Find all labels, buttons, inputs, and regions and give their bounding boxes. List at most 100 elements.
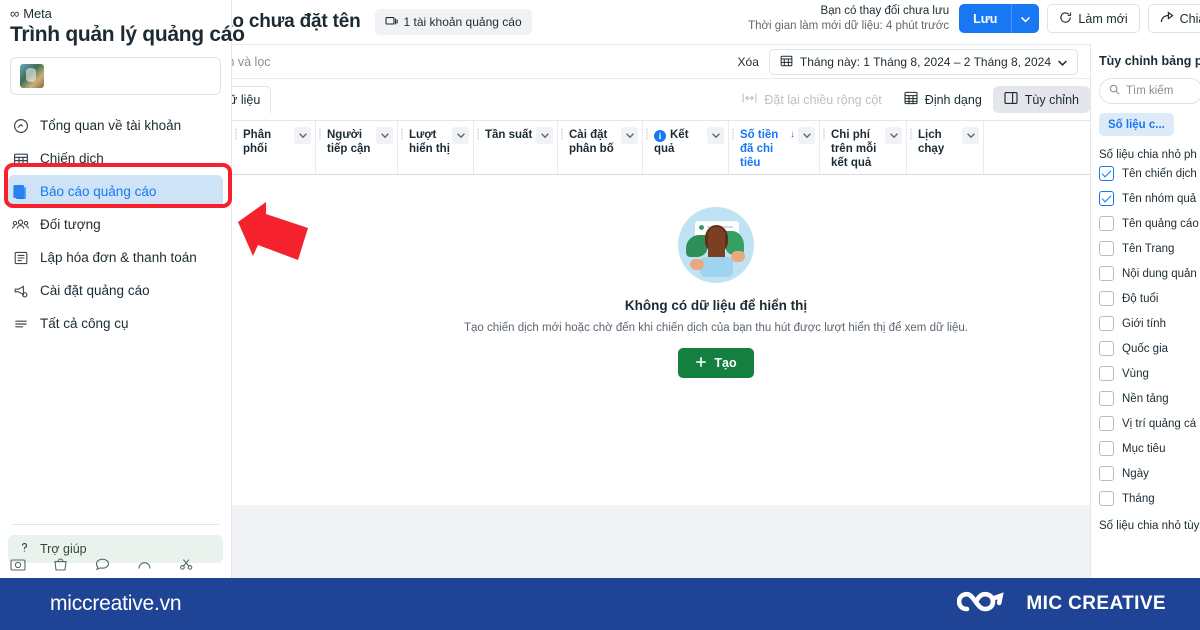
sidebar-item-campaigns[interactable]: Chiến dịch [0,142,231,175]
column-menu-button[interactable] [452,127,469,144]
bag-icon[interactable] [53,557,68,576]
sidebar-item-ad-settings[interactable]: Cài đặt quảng cáo [0,274,231,307]
table-column-header[interactable]: i Kết quả [643,121,729,174]
megaphone-settings-icon [12,282,29,299]
breakdown-label: Độ tuổi [1122,292,1159,305]
create-button[interactable]: Tạo [678,348,754,378]
column-menu-button[interactable] [376,127,393,144]
custom-breakdowns-section-label: Số liệu chia nhỏ tùy [1099,520,1200,532]
tab-data[interactable]: ữ liệu [232,86,272,113]
column-resize-handle[interactable] [477,128,479,140]
sidebar-item-account-overview[interactable]: Tổng quan về tài khoản [0,109,231,142]
table-column-header[interactable]: Người tiếp cận [316,121,398,174]
column-menu-button[interactable] [962,127,979,144]
breakdown-checkbox-row[interactable]: Vị trí quảng cá [1099,411,1200,436]
column-header-label: Người tiếp cận [327,129,371,156]
sidebar-item-billing[interactable]: Lập hóa đơn & thanh toán [0,241,231,274]
column-menu-button[interactable] [536,127,553,144]
breakdown-checkbox-row[interactable]: Tên nhóm quả [1099,186,1200,211]
table-column-header[interactable]: Phân phối [232,121,316,174]
save-dropdown-button[interactable] [1011,4,1040,33]
table-icon [12,150,29,167]
reset-column-width-button[interactable]: Đặt lại chiều rộng cột [731,86,893,113]
ad-account-chip[interactable]: 1 tài khoản quảng cáo [374,9,532,35]
breakdown-checkbox-row[interactable]: Tên Trang [1099,236,1200,261]
breakdown-checkbox-row[interactable]: Ngày [1099,461,1200,486]
table-column-header[interactable]: Lịch chạy [907,121,984,174]
footer-url: miccreative.vn [50,592,182,615]
share-button[interactable]: Chia sẻ [1147,4,1200,33]
checkbox-checked-icon[interactable] [1099,191,1114,206]
checkbox-icon[interactable] [1099,491,1114,506]
meta-brand: ∞ Meta [0,0,231,21]
table-column-header[interactable]: Cài đặt phân bố [558,121,643,174]
column-resize-handle[interactable] [646,128,648,140]
clear-filters-button[interactable]: Xóa [738,55,759,69]
sidebar-item-audiences[interactable]: Đối tượng [0,208,231,241]
column-resize-handle[interactable] [732,128,734,140]
metrics-tab[interactable]: Số liệu c... [1099,113,1174,136]
breakdown-checkbox-row[interactable]: Tháng [1099,486,1200,511]
footer-brand: MIC CREATIVE [957,587,1166,622]
column-resize-handle[interactable] [910,128,912,140]
mic-creative-logo-icon [957,587,1013,622]
column-resize-handle[interactable] [561,128,563,140]
account-selector[interactable] [10,57,221,95]
checkbox-icon[interactable] [1099,241,1114,256]
column-menu-button[interactable] [798,127,815,144]
breakdown-checkbox-row[interactable]: Giới tính [1099,311,1200,336]
date-range-picker[interactable]: Tháng này: 1 Tháng 8, 2024 – 2 Tháng 8, … [768,49,1078,75]
checkbox-icon[interactable] [1099,266,1114,281]
breakdown-checkbox-row[interactable]: Nội dung quản [1099,261,1200,286]
checkbox-icon[interactable] [1099,216,1114,231]
breakdown-checkbox-row[interactable]: Tên chiến dịch [1099,161,1200,186]
refresh-label: Làm mới [1078,11,1128,26]
checkbox-icon[interactable] [1099,416,1114,431]
checkbox-icon[interactable] [1099,441,1114,456]
column-menu-button[interactable] [885,127,902,144]
checkbox-icon[interactable] [1099,366,1114,381]
table-column-header[interactable]: Chi phí trên mỗi kết quả [820,121,907,174]
circle-icon[interactable] [137,557,152,576]
checkbox-icon[interactable] [1099,316,1114,331]
breakdown-checkbox-row[interactable]: Mục tiêu [1099,436,1200,461]
breakdown-label: Tên nhóm quả [1122,192,1197,205]
empty-state: Không có dữ liệu để hiển thị Tạo chiến d… [232,175,1200,505]
column-resize-handle[interactable] [401,128,403,140]
column-menu-button[interactable] [294,127,311,144]
breakdown-checkbox-row[interactable]: Tên quảng cáo [1099,211,1200,236]
column-menu-button[interactable] [707,127,724,144]
calendar-icon [780,54,793,70]
checkbox-icon[interactable] [1099,291,1114,306]
checkbox-checked-icon[interactable] [1099,166,1114,181]
search-input[interactable]: m và lọc [232,55,271,69]
info-icon[interactable]: i [654,130,666,143]
panel-search-input[interactable]: Tìm kiếm [1099,78,1200,104]
checkbox-icon[interactable] [1099,391,1114,406]
breakdown-checkbox-row[interactable]: Nền tảng [1099,386,1200,411]
sidebar-item-label: Lập hóa đơn & thanh toán [40,250,197,265]
camera-icon[interactable] [10,557,26,576]
sidebar-item-all-tools[interactable]: Tất cả công cụ [0,307,231,340]
breakdown-checkbox-row[interactable]: Quốc gia [1099,336,1200,361]
share-label: Chia sẻ [1179,11,1200,26]
scissors-icon[interactable] [179,557,194,576]
breakdown-checkbox-row[interactable]: Vùng [1099,361,1200,386]
refresh-button[interactable]: Làm mới [1047,4,1140,33]
table-column-header[interactable]: Lượt hiển thị [398,121,474,174]
checkbox-icon[interactable] [1099,341,1114,356]
breakdown-checkbox-row[interactable]: Độ tuổi [1099,286,1200,311]
column-resize-handle[interactable] [823,128,825,140]
save-button[interactable]: Lưu [959,4,1012,33]
table-column-header[interactable]: Tần suất [474,121,558,174]
sidebar-item-ad-reports[interactable]: Báo cáo quảng cáo [8,175,223,208]
chat-icon[interactable] [95,557,110,576]
column-menu-button[interactable] [621,127,638,144]
checkbox-icon[interactable] [1099,466,1114,481]
table-column-header[interactable]: Số tiền đã chi tiêu ↓ [729,121,820,174]
customize-button[interactable]: Tùy chỉnh [992,86,1090,113]
column-resize-handle[interactable] [235,128,237,140]
sort-descending-icon[interactable]: ↓ [790,129,795,141]
column-resize-handle[interactable] [319,128,321,140]
format-button[interactable]: Định dạng [892,86,993,113]
